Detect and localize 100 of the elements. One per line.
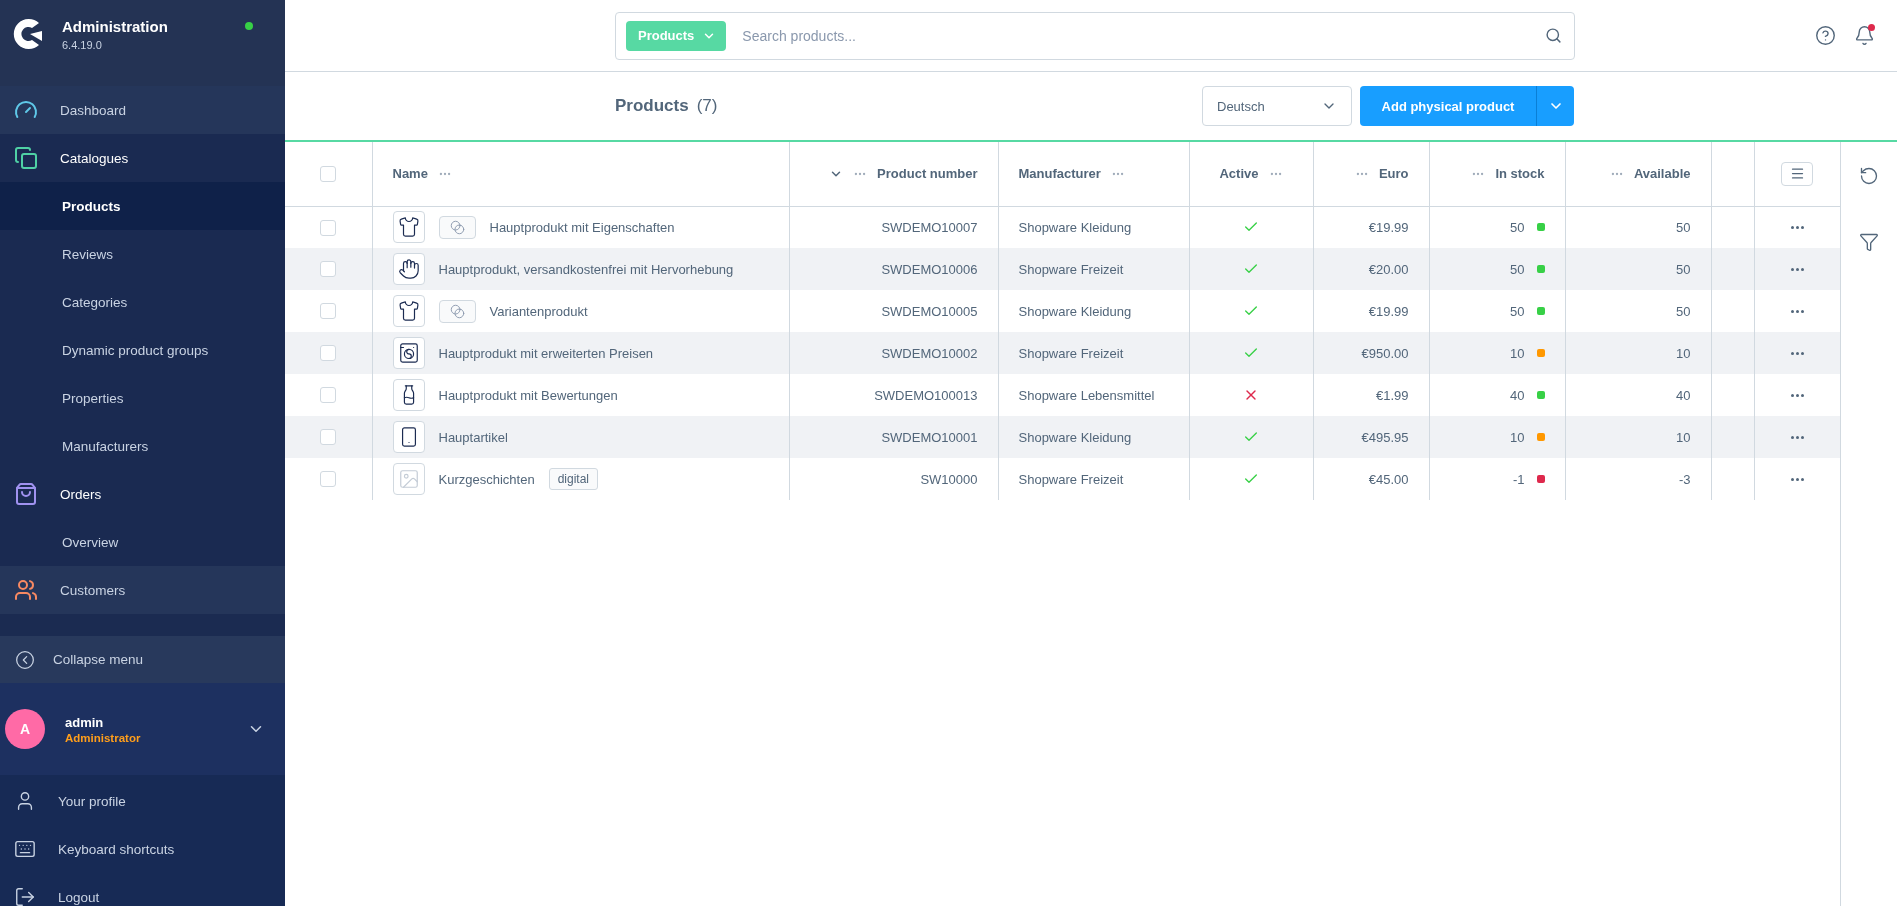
product-name[interactable]: Hauptprodukt, versandkostenfrei mit Hervorhebung xyxy=(438,261,734,277)
table-row[interactable]: Variantenprodukt SWDEMO10005 Shopware Kleidung €19.99 50 50 xyxy=(285,290,1840,332)
account-link[interactable]: Keyboard shortcuts xyxy=(0,825,285,873)
row-checkbox[interactable] xyxy=(320,387,337,404)
manufacturer-name: Shopware Lebensmittel xyxy=(1018,387,1155,403)
menu-icon xyxy=(1789,166,1805,182)
table-row[interactable]: Hauptprodukt mit erweiterten Preisen SWDEMO10002 Shopware Freizeit €950.00 10 10 xyxy=(285,332,1840,374)
product-number: SWDEMO10005 xyxy=(881,303,978,319)
variants-badge[interactable] xyxy=(438,299,476,323)
product-price: €495.95 xyxy=(1361,429,1409,445)
available-count: 10 xyxy=(1676,429,1691,445)
account-link[interactable]: Your profile xyxy=(0,777,285,825)
available-count: 40 xyxy=(1676,387,1691,403)
product-price: €19.99 xyxy=(1368,303,1409,319)
filter-icon xyxy=(1859,232,1879,252)
ellipsis-icon xyxy=(1790,393,1804,397)
column-header[interactable]: Available xyxy=(1633,166,1691,182)
ellipsis-icon xyxy=(1790,309,1804,313)
column-header[interactable]: Euro xyxy=(1378,166,1409,182)
row-checkbox[interactable] xyxy=(320,303,337,320)
add-options-button[interactable] xyxy=(1536,86,1574,126)
account-link[interactable]: Logout xyxy=(0,873,285,906)
overlapping-circles-icon xyxy=(449,303,465,319)
nav-subitem[interactable]: Dynamic product groups xyxy=(0,326,285,374)
nav-subitem[interactable]: Overview xyxy=(0,518,285,566)
table-row[interactable]: Hauptprodukt, versandkostenfrei mit Hervorhebung SWDEMO10006 Shopware Freizeit €20.00 50 50 xyxy=(285,248,1840,290)
stock-count: -1 xyxy=(1512,471,1525,487)
nav-item[interactable]: Catalogues xyxy=(0,134,285,182)
filter-button[interactable] xyxy=(1859,232,1879,252)
row-actions-button[interactable] xyxy=(1754,206,1840,248)
table-row[interactable]: Hauptprodukt mit Eigenschaften SWDEMO10007 Shopware Kleidung €19.99 50 50 xyxy=(285,206,1840,248)
product-number: SWDEMO10006 xyxy=(881,261,978,277)
ellipsis-icon xyxy=(1790,435,1804,439)
select-all-checkbox[interactable] xyxy=(320,166,337,183)
column-settings-button[interactable] xyxy=(1781,161,1814,186)
product-count: (7) xyxy=(696,96,718,116)
column-header[interactable]: Product number xyxy=(877,166,978,182)
product-price: €1.99 xyxy=(1375,387,1409,403)
help-button[interactable] xyxy=(1815,25,1836,46)
manufacturer-name: Shopware Freizeit xyxy=(1018,471,1124,487)
app-title: Administration xyxy=(62,18,169,35)
nav-subitem[interactable]: Categories xyxy=(0,278,285,326)
overlapping-circles-icon xyxy=(449,219,465,235)
product-price: €20.00 xyxy=(1368,261,1409,277)
notifications-button[interactable] xyxy=(1854,25,1875,46)
user-avatar: A xyxy=(5,709,45,749)
column-header[interactable]: In stock xyxy=(1495,166,1545,182)
column-header[interactable]: Active xyxy=(1219,166,1259,182)
bell-icon xyxy=(1854,25,1875,46)
ellipsis-icon xyxy=(1790,267,1804,271)
product-name[interactable]: Hauptprodukt mit Eigenschaften xyxy=(489,219,675,235)
row-checkbox[interactable] xyxy=(320,261,337,278)
stock-count: 40 xyxy=(1510,387,1525,403)
manufacturer-name: Shopware Freizeit xyxy=(1018,261,1124,277)
available-count: 50 xyxy=(1676,219,1691,235)
page-title: Products xyxy=(615,96,689,116)
ellipsis-icon xyxy=(1790,477,1804,481)
variants-badge[interactable] xyxy=(438,215,476,239)
search-icon[interactable] xyxy=(1545,27,1562,44)
language-select[interactable]: Deutsch xyxy=(1202,86,1352,126)
available-count: 50 xyxy=(1676,303,1691,319)
product-name[interactable]: Variantenprodukt xyxy=(489,303,588,319)
product-number: SWDEMO100013 xyxy=(874,387,978,403)
product-name[interactable]: Kurzgeschichten xyxy=(438,471,535,487)
keyboard-icon xyxy=(14,838,36,860)
available-count: 50 xyxy=(1676,261,1691,277)
nav-subitem[interactable]: Properties xyxy=(0,374,285,422)
manufacturer-name: Shopware Freizeit xyxy=(1018,345,1124,361)
manufacturer-name: Shopware Kleidung xyxy=(1018,429,1132,445)
nav-item[interactable]: Orders xyxy=(0,470,285,518)
product-price: €19.99 xyxy=(1368,219,1409,235)
row-checkbox[interactable] xyxy=(320,345,337,362)
logout-icon xyxy=(14,886,36,906)
column-header[interactable]: Manufacturer xyxy=(1018,166,1101,182)
ellipsis-icon xyxy=(1790,225,1804,229)
row-checkbox[interactable] xyxy=(320,471,337,488)
nav-item[interactable]: Customers xyxy=(0,566,285,614)
nav-subitem[interactable]: Products xyxy=(0,182,285,230)
refresh-button[interactable] xyxy=(1859,166,1879,186)
collapse-menu-button[interactable]: Collapse menu xyxy=(0,636,285,683)
product-name[interactable]: Hauptprodukt mit Bewertungen xyxy=(438,387,618,403)
table-row[interactable]: Hauptprodukt mit Bewertungen SWDEMO100013 Shopware Lebensmittel €1.99 40 40 xyxy=(285,374,1840,416)
row-checkbox[interactable] xyxy=(320,429,337,446)
product-name[interactable]: Hauptartikel xyxy=(438,429,508,445)
product-number: SWDEMO10001 xyxy=(881,429,978,445)
nav-item[interactable]: Dashboard xyxy=(0,86,285,134)
product-number: SWDEMO10007 xyxy=(881,219,978,235)
available-count: 10 xyxy=(1676,345,1691,361)
nav-subitem[interactable]: Manufacturers xyxy=(0,422,285,470)
stock-count: 50 xyxy=(1510,261,1525,277)
user-name: admin xyxy=(65,714,105,730)
column-header[interactable]: Name xyxy=(392,166,428,182)
product-name[interactable]: Hauptprodukt mit erweiterten Preisen xyxy=(438,345,654,361)
nav-subitem[interactable]: Reviews xyxy=(0,230,285,278)
manufacturer-name: Shopware Kleidung xyxy=(1018,219,1132,235)
table-row[interactable]: Kurzgeschichten digital SW10000 Shopware Freizeit €45.00 -1 -3 xyxy=(285,458,1840,500)
app-version: 6.4.19.0 xyxy=(62,39,103,51)
table-row[interactable]: Hauptartikel SWDEMO10001 Shopware Kleidung €495.95 10 10 xyxy=(285,416,1840,458)
row-checkbox[interactable] xyxy=(320,219,337,236)
manufacturer-name: Shopware Kleidung xyxy=(1018,303,1132,319)
